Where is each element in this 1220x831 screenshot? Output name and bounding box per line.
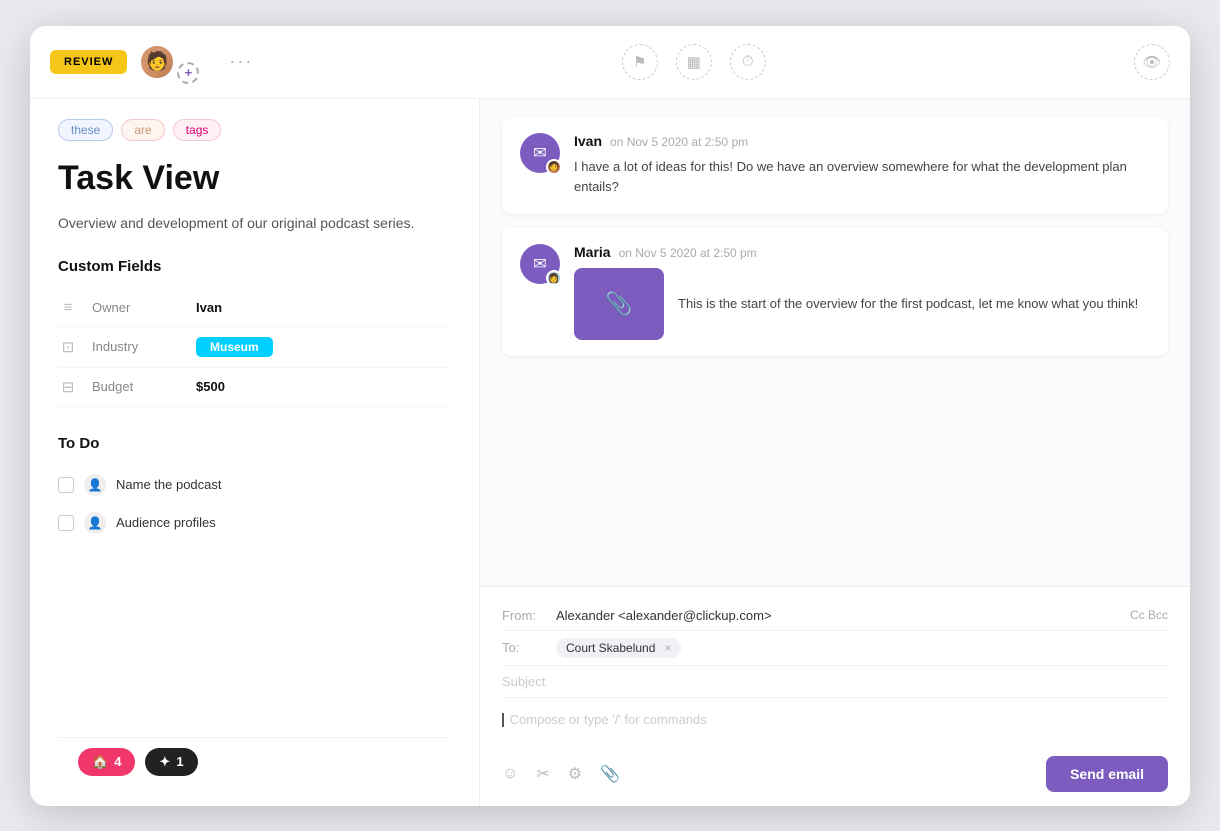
top-bar: REVIEW 🧑 + ··· ⚑ ▦ ⏱ 👁 [30,26,1190,99]
ivan-author: Ivan [574,133,602,149]
flag-icon-button[interactable]: ⚑ [622,44,658,80]
field-budget: ⊟ Budget $500 [58,368,451,407]
settings-icon[interactable]: ⚙ [568,764,582,784]
compose-placeholder: Compose or type '/' for commands [510,712,707,727]
custom-fields: ≡ Owner Ivan ⊡ Industry Museum ⊟ Budget … [58,289,451,407]
subject-placeholder: Subject [502,674,545,689]
text-cursor [502,713,504,727]
from-label: From: [502,608,546,623]
todo-item-podcast: 👤 Name the podcast [58,466,451,504]
maria-avatar: ✉ 👩 [520,244,560,284]
main-layout: these are tags Task View Overview and de… [30,99,1190,806]
badge-dark-icon: ✦ [159,754,170,770]
budget-icon: ⊟ [58,378,78,396]
task-title: Task View [58,159,451,198]
maria-time: on Nov 5 2020 at 2:50 pm [619,246,757,260]
email-from-row: From: Alexander <alexander@clickup.com> … [502,601,1168,631]
tag-these[interactable]: these [58,119,113,141]
comment-ivan: ✉ 🧑 Ivan on Nov 5 2020 at 2:50 pm I have… [502,117,1168,215]
budget-value: $500 [196,379,225,394]
top-bar-center: ⚑ ▦ ⏱ [265,44,1122,80]
ivan-comment-header: Ivan on Nov 5 2020 at 2:50 pm [574,133,1150,149]
todo-checkbox-podcast[interactable] [58,477,74,493]
attachment-icon[interactable]: 📎 [600,764,620,784]
tag-are[interactable]: are [121,119,164,141]
industry-label: Industry [92,339,182,354]
calendar-icon-button[interactable]: ▦ [676,44,712,80]
tag-tags[interactable]: tags [173,119,222,141]
badge-dark[interactable]: ✦ 1 [145,748,197,776]
email-icon: ✉ [533,143,546,163]
budget-label: Budget [92,379,182,394]
emoji-icon[interactable]: ☺ [502,765,518,783]
attachment-thumbnail[interactable]: 📎 [574,268,664,340]
owner-value: Ivan [196,300,222,315]
email-subject-field[interactable]: Subject [502,666,1168,698]
todo-section: To Do 👤 Name the podcast 👤 Audience prof… [58,435,451,542]
badge-pink-icon: 🏠 [92,754,108,770]
todo-text-audience: Audience profiles [116,515,216,530]
remove-recipient-button[interactable]: × [664,641,671,655]
ivan-comment-text: I have a lot of ideas for this! Do we ha… [574,157,1150,199]
custom-fields-title: Custom Fields [58,258,451,275]
cc-bcc[interactable]: Cc Bcc [1130,608,1168,622]
app-window: REVIEW 🧑 + ··· ⚑ ▦ ⏱ 👁 these are tags [30,26,1190,806]
maria-comment-header: Maria on Nov 5 2020 at 2:50 pm [574,244,1150,260]
todo-item-audience: 👤 Audience profiles [58,504,451,542]
todo-checkbox-audience[interactable] [58,515,74,531]
left-panel: these are tags Task View Overview and de… [30,99,480,806]
email-icon-maria: ✉ [533,254,546,274]
avatar-group: 🧑 + [139,40,199,84]
send-email-button[interactable]: Send email [1046,756,1168,792]
maria-comment-body: Maria on Nov 5 2020 at 2:50 pm 📎 This is… [574,244,1150,340]
eye-icon-button[interactable]: 👁 [1134,44,1170,80]
bottom-badge-bar: 🏠 4 ✦ 1 [58,737,451,786]
ivan-comment-body: Ivan on Nov 5 2020 at 2:50 pm I have a l… [574,133,1150,199]
maria-comment-with-attachment: 📎 This is the start of the overview for … [574,268,1150,340]
tags-row: these are tags [58,119,451,141]
to-label: To: [502,640,546,655]
paperclip-icon: 📎 [605,291,632,317]
user-avatar: 🧑 [139,44,175,80]
ivan-time: on Nov 5 2020 at 2:50 pm [610,135,748,149]
field-industry: ⊡ Industry Museum [58,327,451,368]
todo-text-podcast: Name the podcast [116,477,222,492]
from-value: Alexander <alexander@clickup.com> [556,608,772,623]
top-bar-right: 👁 [1134,44,1170,80]
maria-author: Maria [574,244,611,260]
badge-pink-count: 4 [114,754,121,769]
email-toolbar: ☺ ✂ ⚙ 📎 Send email [502,746,1168,806]
todo-avatar-audience: 👤 [84,512,106,534]
owner-icon: ≡ [58,299,78,316]
email-to-row: To: Court Skabelund × [502,631,1168,666]
comment-maria: ✉ 👩 Maria on Nov 5 2020 at 2:50 pm 📎 [502,228,1168,356]
email-compose: From: Alexander <alexander@clickup.com> … [480,586,1190,806]
right-panel: ✉ 🧑 Ivan on Nov 5 2020 at 2:50 pm I have… [480,99,1190,806]
more-options-button[interactable]: ··· [229,51,253,72]
owner-label: Owner [92,300,182,315]
industry-icon: ⊡ [58,338,78,356]
todo-title: To Do [58,435,451,452]
to-chip[interactable]: Court Skabelund × [556,638,681,658]
ivan-avatar: ✉ 🧑 [520,133,560,173]
ivan-small-avatar: 🧑 [546,159,562,175]
to-chip-name: Court Skabelund [566,641,655,655]
todo-avatar-podcast: 👤 [84,474,106,496]
industry-value: Museum [196,337,273,357]
maria-small-avatar: 👩 [546,270,562,286]
field-owner: ≡ Owner Ivan [58,289,451,327]
at-icon[interactable]: ✂ [536,764,549,784]
email-body-field[interactable]: Compose or type '/' for commands [502,698,1168,746]
badge-pink[interactable]: 🏠 4 [78,748,135,776]
comments-area: ✉ 🧑 Ivan on Nov 5 2020 at 2:50 pm I have… [480,99,1190,586]
maria-comment-text: This is the start of the overview for th… [678,294,1138,315]
clock-icon-button[interactable]: ⏱ [730,44,766,80]
badge-dark-count: 1 [176,754,183,769]
add-user-button[interactable]: + [177,62,199,84]
task-description: Overview and development of our original… [58,212,451,234]
avatar-face: 🧑 [141,44,173,80]
review-badge: REVIEW [50,50,127,74]
